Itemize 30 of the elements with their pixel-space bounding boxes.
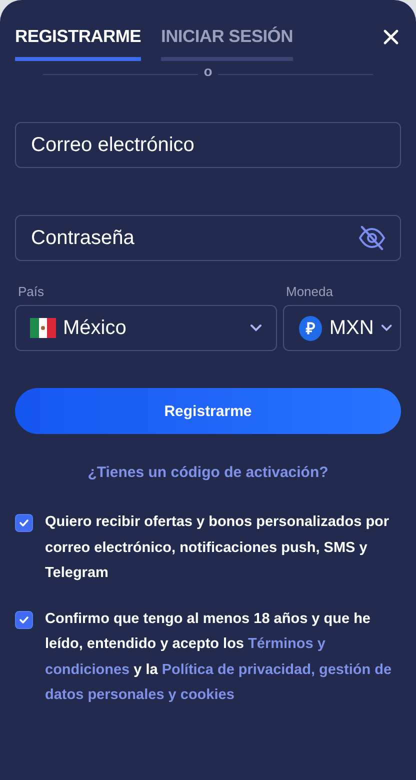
- mexico-flag-icon: [30, 318, 56, 338]
- chevron-down-icon: [250, 324, 262, 332]
- currency-select[interactable]: ₽ MXN: [283, 305, 401, 351]
- register-button[interactable]: Registrarme: [15, 388, 401, 434]
- policy-link[interactable]: Política de privacidad,: [162, 662, 315, 678]
- policy-link[interactable]: condiciones: [45, 662, 130, 678]
- divider-text: o: [204, 68, 212, 76]
- field-label: Moneda: [285, 284, 334, 299]
- checkbox[interactable]: [15, 610, 33, 628]
- check-icon: [19, 519, 29, 527]
- toggle-visibility-button[interactable]: [357, 225, 387, 251]
- password-field[interactable]: Contraseña: [15, 215, 401, 261]
- close-button[interactable]: [383, 29, 399, 45]
- checkbox[interactable]: [15, 514, 33, 532]
- currency-symbol: ₽: [299, 316, 322, 340]
- policy-link[interactable]: datos personales y cookies: [45, 687, 234, 703]
- policy-link[interactable]: Términos y: [248, 636, 326, 652]
- country-select[interactable]: México: [15, 305, 277, 351]
- check-icon: [19, 616, 29, 624]
- consent-text: Quiero recibir ofertas y bonos personalizados por correo electrónico, notificaciones push, SMS y Telegram: [45, 513, 390, 583]
- policy-link[interactable]: gestión de: [319, 662, 392, 678]
- close-icon: [383, 29, 399, 45]
- tab[interactable]: INICIAR SESIÓN: [161, 26, 293, 61]
- field-label: País: [17, 284, 46, 299]
- tab[interactable]: REGISTRARME: [15, 26, 142, 61]
- consent-text: Confirmo que tengo al menos 18 años y que he leído, entendido y acepto los Términos y condiciones y la Política de privacidad, gestión de datos personales y cookies: [45, 610, 393, 705]
- chevron-down-icon: [380, 324, 392, 332]
- eye-slash-icon: [357, 225, 387, 251]
- activation-code-link[interactable]: ¿Tienes un código de activación?: [88, 464, 328, 481]
- email-field[interactable]: Correo electrónico: [15, 122, 401, 168]
